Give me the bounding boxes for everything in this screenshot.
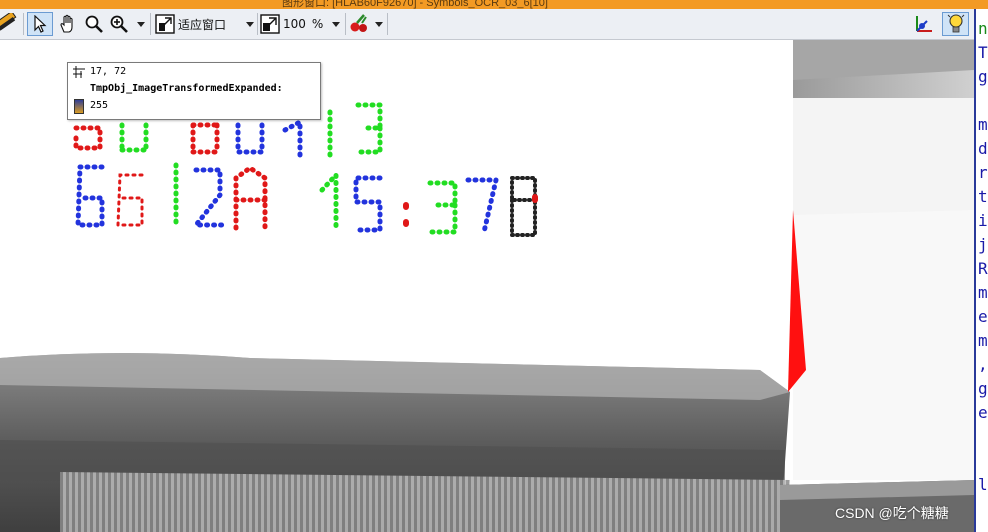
program-char: m <box>978 331 988 350</box>
program-window-edge: nTgmdrtijRmem,gel <box>974 9 988 532</box>
chevron-down-icon <box>137 22 145 27</box>
pixel-info-tooltip: 17, 72 TmpObj_ImageTransformedExpanded: … <box>67 62 321 120</box>
gray-value: 255 <box>90 100 109 111</box>
program-char: r <box>978 163 988 182</box>
hand-icon <box>60 14 73 33</box>
program-char: g <box>978 67 988 86</box>
zoom-fit-dropdown[interactable]: 适应窗口 <box>155 13 255 35</box>
pencil-icon <box>0 13 17 31</box>
pan-tool-button[interactable] <box>56 12 80 36</box>
zoom-fit-label: 适应窗口 <box>178 17 227 32</box>
program-char: l <box>978 475 988 494</box>
program-char: T <box>978 43 988 62</box>
image-canvas[interactable]: 17, 72 TmpObj_ImageTransformedExpanded: … <box>0 40 974 532</box>
zoom-percent-value: 100 <box>283 17 306 31</box>
program-char: j <box>978 235 988 254</box>
program-char: m <box>978 283 988 302</box>
zoom-level-icon <box>260 14 280 34</box>
window-title: 图形窗口: [HLAB60F92670] - Symbols_OCR_03_6[… <box>282 0 548 9</box>
zoom-percent-dropdown[interactable]: 100 % <box>260 13 342 35</box>
chevron-down-icon <box>375 22 383 27</box>
coordinate-icon <box>73 66 85 78</box>
program-char: e <box>978 307 988 326</box>
graphics-toolbar: 适应窗口 100 % <box>0 9 974 40</box>
zoom-tool-button[interactable] <box>108 12 146 36</box>
zoom-percent-unit: % <box>311 17 324 31</box>
draw-tool-button[interactable] <box>0 12 20 36</box>
program-char: i <box>978 211 988 230</box>
hints-toggle-button[interactable] <box>942 12 969 36</box>
program-char: m <box>978 115 988 134</box>
pointer-tool-button[interactable] <box>27 12 53 36</box>
magnifier-icon <box>85 15 103 33</box>
zoom-in-icon <box>110 15 128 33</box>
program-char: n <box>978 19 988 38</box>
image-object-name: TmpObj_ImageTransformedExpanded: <box>90 83 283 94</box>
color-palette-icon <box>350 14 367 32</box>
magnify-tool-button[interactable] <box>83 12 105 36</box>
cursor-icon <box>34 15 47 33</box>
fit-window-icon <box>155 14 175 34</box>
axis-display-button[interactable] <box>911 12 937 36</box>
program-char: g <box>978 379 988 398</box>
chevron-down-icon <box>332 22 340 27</box>
gray-value-swatch-icon <box>74 99 84 114</box>
program-char: t <box>978 187 988 206</box>
window-title-bar: 图形窗口: [HLAB60F92670] - Symbols_OCR_03_6[… <box>0 0 988 9</box>
lightbulb-icon <box>947 14 964 33</box>
program-char: , <box>978 355 988 374</box>
program-char: d <box>978 139 988 158</box>
chevron-down-icon <box>246 22 254 27</box>
program-char: R <box>978 259 988 278</box>
color-settings-button[interactable] <box>348 12 384 36</box>
cursor-coordinates: 17, 72 <box>90 66 127 77</box>
program-char: e <box>978 403 988 422</box>
csdn-watermark: CSDN @吃个糖糖 <box>835 505 949 521</box>
coordinate-axes-icon <box>916 16 932 32</box>
